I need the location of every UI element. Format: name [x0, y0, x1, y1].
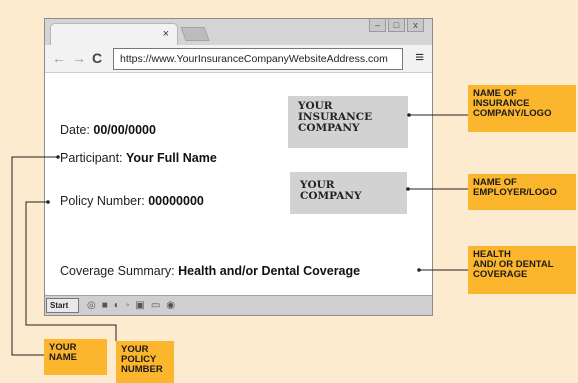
- callout-insurance-logo: NAME OF INSURANCE COMPANY/LOGO: [468, 85, 576, 132]
- callout-line: NUMBER: [121, 364, 163, 375]
- callout-line: EMPLOYER/LOGO: [473, 187, 557, 198]
- callout-policy-number: YOUR POLICY NUMBER: [116, 341, 174, 383]
- callout-coverage: HEALTH AND/ OR DENTAL COVERAGE: [468, 246, 576, 294]
- callout-line: COVERAGE: [473, 269, 528, 280]
- callout-line: COMPANY/LOGO: [473, 108, 552, 119]
- callout-line: NAME: [49, 352, 77, 363]
- callout-employer-logo: NAME OF EMPLOYER/LOGO: [468, 174, 576, 210]
- callout-your-name: YOUR NAME: [44, 339, 107, 375]
